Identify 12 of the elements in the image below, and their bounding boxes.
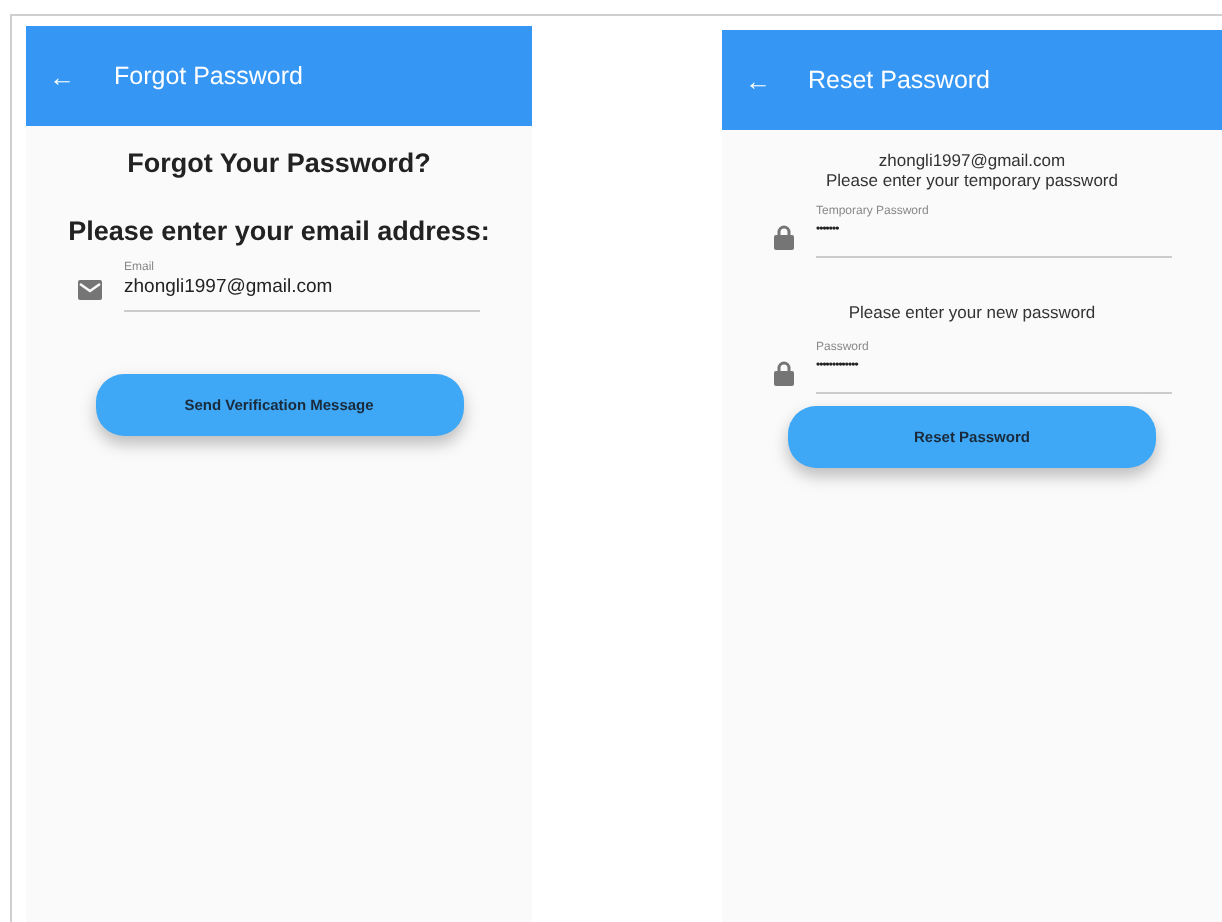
lock-icon: [774, 360, 794, 386]
screen-title: Reset Password: [808, 66, 991, 94]
lock-icon: [774, 224, 794, 250]
back-button[interactable]: ←: [48, 61, 76, 91]
back-button[interactable]: ←: [744, 65, 772, 95]
mail-icon: [78, 280, 102, 300]
prompt-text: Please enter your new password: [848, 302, 1096, 322]
screen-title: Forgot Password: [114, 62, 303, 90]
prompt-text: Please enter your email address:: [68, 216, 490, 246]
email-text: zhongli1997@gmail.com: [878, 150, 1066, 170]
heading: Forgot Your Password?: [127, 148, 431, 178]
prompt-text: Please enter your temporary password: [826, 170, 1118, 190]
